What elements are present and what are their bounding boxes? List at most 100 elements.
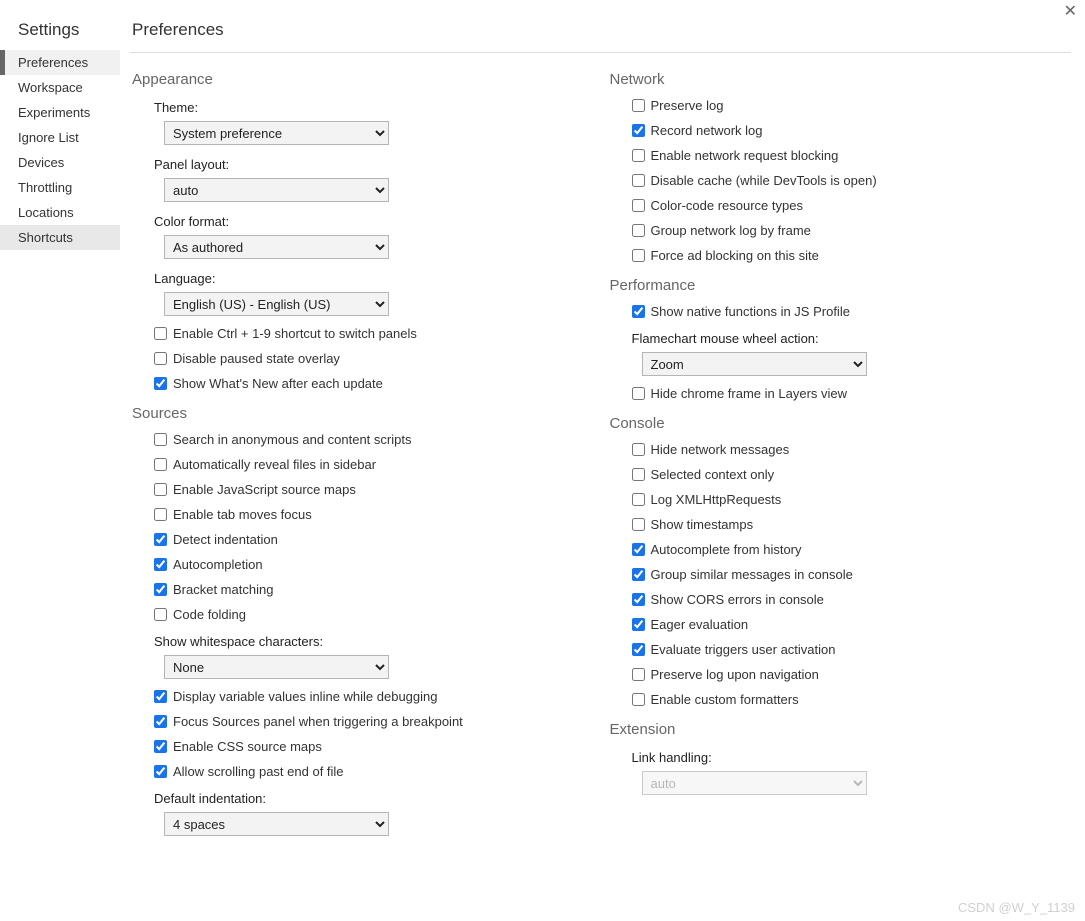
sel-ctx-checkbox[interactable] — [632, 468, 645, 481]
detect-indent-checkbox[interactable] — [154, 533, 167, 546]
hide-chrome-checkbox[interactable] — [632, 387, 645, 400]
focus-sources-checkbox[interactable] — [154, 715, 167, 728]
hide-chrome-label: Hide chrome frame in Layers view — [651, 386, 848, 401]
group-sim-checkbox[interactable] — [632, 568, 645, 581]
detect-indent-label: Detect indentation — [173, 532, 278, 547]
eval-trig-checkbox[interactable] — [632, 643, 645, 656]
preferences-content[interactable]: Appearance Theme: System preference Pane… — [130, 57, 1071, 921]
indent-select[interactable]: 4 spaces — [164, 812, 389, 836]
cors-label: Show CORS errors in console — [651, 592, 824, 607]
sidebar-item-devices[interactable]: Devices — [0, 150, 120, 175]
section-appearance: Appearance — [132, 71, 588, 88]
eager-checkbox[interactable] — [632, 618, 645, 631]
bracket-checkbox[interactable] — [154, 583, 167, 596]
whitespace-label: Show whitespace characters: — [154, 634, 588, 649]
sidebar-item-shortcuts[interactable]: Shortcuts — [0, 225, 120, 250]
log-xhr-label: Log XMLHttpRequests — [651, 492, 782, 507]
language-select[interactable]: English (US) - English (US) — [164, 292, 389, 316]
panel-layout-label: Panel layout: — [154, 157, 588, 172]
sidebar-title: Settings — [0, 14, 120, 50]
whitespace-select[interactable]: None — [164, 655, 389, 679]
hide-net-msg-label: Hide network messages — [651, 442, 790, 457]
force-ad-checkbox[interactable] — [632, 249, 645, 262]
tab-focus-checkbox[interactable] — [154, 508, 167, 521]
search-anon-label: Search in anonymous and content scripts — [173, 432, 411, 447]
section-sources: Sources — [132, 405, 588, 422]
section-extension: Extension — [610, 721, 1066, 738]
auto-reveal-label: Automatically reveal files in sidebar — [173, 457, 376, 472]
group-sim-label: Group similar messages in console — [651, 567, 853, 582]
theme-label: Theme: — [154, 100, 588, 115]
close-button[interactable]: ✕ — [1064, 4, 1077, 20]
sidebar-item-preferences[interactable]: Preferences — [0, 50, 120, 75]
sel-ctx-label: Selected context only — [651, 467, 775, 482]
custom-fmt-label: Enable custom formatters — [651, 692, 799, 707]
preserve-log-checkbox[interactable] — [632, 99, 645, 112]
search-anon-checkbox[interactable] — [154, 433, 167, 446]
display-vars-label: Display variable values inline while deb… — [173, 689, 438, 704]
focus-sources-label: Focus Sources panel when triggering a br… — [173, 714, 463, 729]
sidebar-item-ignore-list[interactable]: Ignore List — [0, 125, 120, 150]
net-blocking-label: Enable network request blocking — [651, 148, 839, 163]
log-xhr-checkbox[interactable] — [632, 493, 645, 506]
scroll-past-checkbox[interactable] — [154, 765, 167, 778]
theme-select[interactable]: System preference — [164, 121, 389, 145]
disable-paused-checkbox[interactable] — [154, 352, 167, 365]
whats-new-checkbox[interactable] — [154, 377, 167, 390]
custom-fmt-checkbox[interactable] — [632, 693, 645, 706]
cors-checkbox[interactable] — [632, 593, 645, 606]
section-network: Network — [610, 71, 1066, 88]
sidebar-item-locations[interactable]: Locations — [0, 200, 120, 225]
color-code-checkbox[interactable] — [632, 199, 645, 212]
auto-reveal-checkbox[interactable] — [154, 458, 167, 471]
hide-net-msg-checkbox[interactable] — [632, 443, 645, 456]
disable-paused-label: Disable paused state overlay — [173, 351, 340, 366]
section-console: Console — [610, 415, 1066, 432]
group-frame-checkbox[interactable] — [632, 224, 645, 237]
preserve-nav-checkbox[interactable] — [632, 668, 645, 681]
divider — [130, 52, 1071, 53]
autocomplete-checkbox[interactable] — [154, 558, 167, 571]
group-frame-label: Group network log by frame — [651, 223, 811, 238]
disable-cache-checkbox[interactable] — [632, 174, 645, 187]
scroll-past-label: Allow scrolling past end of file — [173, 764, 344, 779]
record-net-checkbox[interactable] — [632, 124, 645, 137]
link-handling-select[interactable]: auto — [642, 771, 867, 795]
color-format-select[interactable]: As authored — [164, 235, 389, 259]
panel-layout-select[interactable]: auto — [164, 178, 389, 202]
timestamps-checkbox[interactable] — [632, 518, 645, 531]
force-ad-label: Force ad blocking on this site — [651, 248, 819, 263]
auto-hist-checkbox[interactable] — [632, 543, 645, 556]
whats-new-label: Show What's New after each update — [173, 376, 383, 391]
sidebar-item-workspace[interactable]: Workspace — [0, 75, 120, 100]
flame-label: Flamechart mouse wheel action: — [632, 331, 1066, 346]
timestamps-label: Show timestamps — [651, 517, 754, 532]
disable-cache-label: Disable cache (while DevTools is open) — [651, 173, 877, 188]
language-label: Language: — [154, 271, 588, 286]
css-maps-checkbox[interactable] — [154, 740, 167, 753]
code-fold-checkbox[interactable] — [154, 608, 167, 621]
sidebar-item-throttling[interactable]: Throttling — [0, 175, 120, 200]
color-code-label: Color-code resource types — [651, 198, 803, 213]
settings-sidebar: Settings PreferencesWorkspaceExperiments… — [0, 0, 120, 921]
eager-label: Eager evaluation — [651, 617, 749, 632]
ctrl-shortcut-checkbox[interactable] — [154, 327, 167, 340]
indent-label: Default indentation: — [154, 791, 588, 806]
native-fn-checkbox[interactable] — [632, 305, 645, 318]
section-performance: Performance — [610, 277, 1066, 294]
net-blocking-checkbox[interactable] — [632, 149, 645, 162]
color-format-label: Color format: — [154, 214, 588, 229]
native-fn-label: Show native functions in JS Profile — [651, 304, 850, 319]
eval-trig-label: Evaluate triggers user activation — [651, 642, 836, 657]
js-maps-checkbox[interactable] — [154, 483, 167, 496]
record-net-label: Record network log — [651, 123, 763, 138]
display-vars-checkbox[interactable] — [154, 690, 167, 703]
link-handling-label: Link handling: — [632, 750, 1066, 765]
flame-select[interactable]: Zoom — [642, 352, 867, 376]
bracket-label: Bracket matching — [173, 582, 273, 597]
ctrl-shortcut-label: Enable Ctrl + 1-9 shortcut to switch pan… — [173, 326, 417, 341]
sidebar-item-experiments[interactable]: Experiments — [0, 100, 120, 125]
auto-hist-label: Autocomplete from history — [651, 542, 802, 557]
autocomplete-label: Autocompletion — [173, 557, 263, 572]
page-title: Preferences — [130, 14, 1071, 52]
